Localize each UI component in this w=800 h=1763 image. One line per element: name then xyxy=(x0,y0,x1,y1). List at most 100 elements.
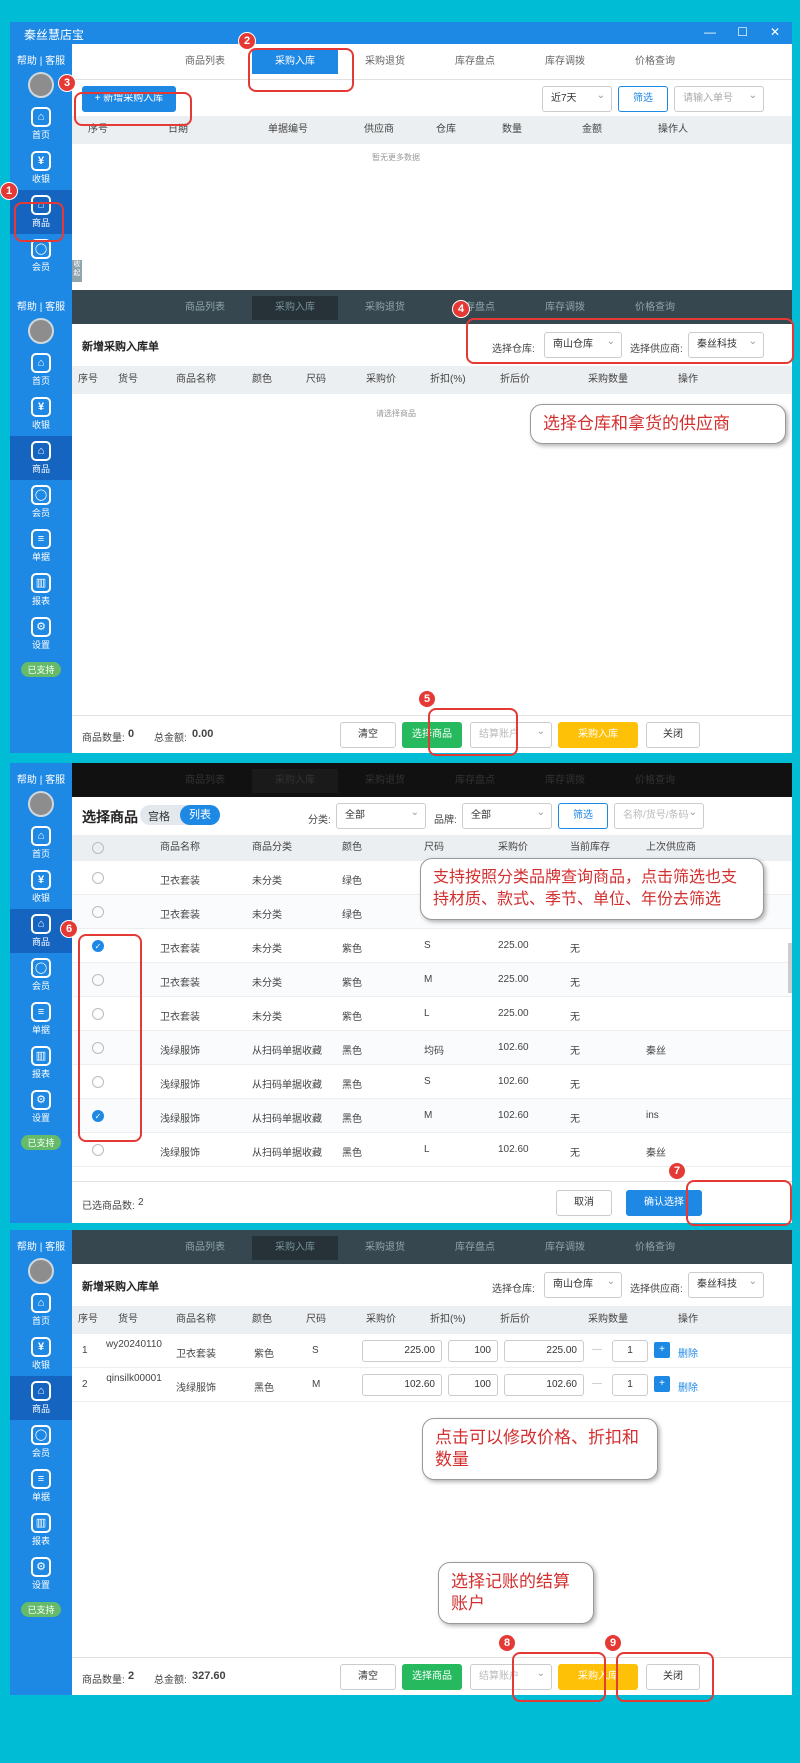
nav-orders[interactable]: ≡ 单据 xyxy=(10,524,72,568)
qty-plus-icon[interactable]: + xyxy=(654,1342,670,1358)
maximize-icon[interactable]: ☐ xyxy=(737,25,748,39)
after-price-input[interactable]: 102.60 xyxy=(504,1374,584,1396)
view-list-option[interactable]: 列表 xyxy=(180,805,220,825)
nav-home[interactable]: ⌂ 首页 xyxy=(10,348,72,392)
goods-row[interactable]: 卫衣套装 未分类 紫色 L 225.00 无 xyxy=(72,997,792,1031)
tab-purchase-return[interactable]: 采购退货 xyxy=(342,50,428,74)
after-price-input[interactable]: 225.00 xyxy=(504,1340,584,1362)
tab-price-query[interactable]: 价格查询 xyxy=(612,296,698,320)
tab-purchase-in[interactable]: 采购入库 xyxy=(252,296,338,320)
qty-minus-icon[interactable]: — xyxy=(592,1378,602,1389)
minimize-icon[interactable]: — xyxy=(704,25,716,39)
goods-row[interactable]: ✓ 浅绿服饰 从扫码单据收藏 黑色 M 102.60 无 ins xyxy=(72,1099,792,1133)
stock-in-button[interactable]: 采购入库 xyxy=(558,722,638,748)
avatar[interactable] xyxy=(28,1258,54,1284)
tab-price-query[interactable]: 价格查询 xyxy=(612,50,698,74)
date-range-select[interactable]: 近7天 xyxy=(542,84,612,112)
tab-goods-list[interactable]: 商品列表 xyxy=(162,50,248,74)
supplier-select[interactable]: 秦丝科技 xyxy=(688,1270,764,1298)
filter-button[interactable]: 筛选 xyxy=(558,803,608,829)
tab-price-query[interactable]: 价格查询 xyxy=(612,1236,698,1260)
nav-cashier[interactable]: ¥ 收银 xyxy=(10,1332,72,1376)
tab-stock-transfer[interactable]: 库存调拨 xyxy=(522,1236,608,1260)
filter-button[interactable]: 筛选 xyxy=(618,86,668,112)
collapse-tab[interactable]: 收起 xyxy=(72,260,82,282)
avatar[interactable] xyxy=(28,791,54,817)
qty-input[interactable]: 1 xyxy=(612,1340,648,1362)
nav-reports[interactable]: ▥ 报表 xyxy=(10,568,72,612)
tab-purchase-return[interactable]: 采购退货 xyxy=(342,769,428,793)
cancel-button[interactable]: 取消 xyxy=(556,1190,612,1216)
nav-cashier[interactable]: ¥ 收银 xyxy=(10,392,72,436)
price-input[interactable]: 225.00 xyxy=(362,1340,442,1362)
col-header[interactable]: 数量 xyxy=(502,116,522,144)
help-link[interactable]: 帮助 | 客服 xyxy=(10,290,72,313)
goods-search-input[interactable]: 名称/货号/条码 xyxy=(614,801,704,829)
nav-home[interactable]: ⌂ 首页 xyxy=(10,102,72,146)
tab-stock-check[interactable]: 库存盘点 xyxy=(432,769,518,793)
clear-button[interactable]: 清空 xyxy=(340,1664,396,1690)
nav-goods[interactable]: ⌂ 商品 xyxy=(10,1376,72,1420)
price-input[interactable]: 102.60 xyxy=(362,1374,442,1396)
warehouse-select[interactable]: 南山仓库 xyxy=(544,1270,622,1298)
tab-price-query[interactable]: 价格查询 xyxy=(612,769,698,793)
nav-member[interactable]: ◯ 会员 xyxy=(10,480,72,524)
tab-purchase-in[interactable]: 采购入库 xyxy=(252,1236,338,1260)
row-checkbox[interactable] xyxy=(92,906,104,918)
qty-plus-icon[interactable]: + xyxy=(654,1376,670,1392)
nav-cashier[interactable]: ¥ 收银 xyxy=(10,146,72,190)
goods-row[interactable]: 浅绿服饰 从扫码单据收藏 黑色 S 102.60 无 xyxy=(72,1065,792,1099)
nav-settings[interactable]: ⚙ 设置 xyxy=(10,612,72,656)
discount-input[interactable]: 100 xyxy=(448,1374,498,1396)
nav-orders[interactable]: ≡ 单据 xyxy=(10,1464,72,1508)
nav-goods[interactable]: ⌂ 商品 xyxy=(10,436,72,480)
goods-row[interactable]: ✓ 卫衣套装 未分类 紫色 S 225.00 无 xyxy=(72,929,792,963)
view-grid-option[interactable]: 宫格 xyxy=(148,808,170,824)
nav-member[interactable]: ◯ 会员 xyxy=(10,953,72,997)
discount-input[interactable]: 100 xyxy=(448,1340,498,1362)
tab-goods-list[interactable]: 商品列表 xyxy=(162,296,248,320)
help-link[interactable]: 帮助 | 客服 xyxy=(10,1230,72,1253)
scrollbar[interactable] xyxy=(788,943,792,993)
nav-member[interactable]: ◯ 会员 xyxy=(10,1420,72,1464)
nav-home[interactable]: ⌂ 首页 xyxy=(10,821,72,865)
nav-home[interactable]: ⌂ 首页 xyxy=(10,1288,72,1332)
col-header[interactable]: 金额 xyxy=(582,116,602,144)
tab-purchase-return[interactable]: 采购退货 xyxy=(342,1236,428,1260)
tab-goods-list[interactable]: 商品列表 xyxy=(162,769,248,793)
goods-row[interactable]: 浅绿服饰 从扫码单据收藏 黑色 L 102.60 无 秦丝 xyxy=(72,1133,792,1167)
order-search-input[interactable]: 请输入单号 xyxy=(674,84,764,112)
clear-button[interactable]: 清空 xyxy=(340,722,396,748)
nav-settings[interactable]: ⚙ 设置 xyxy=(10,1552,72,1596)
brand-select[interactable]: 全部 xyxy=(462,801,552,829)
tab-stock-check[interactable]: 库存盘点 xyxy=(432,50,518,74)
choose-goods-button[interactable]: 选择商品 xyxy=(402,1664,462,1690)
avatar[interactable] xyxy=(28,72,54,98)
delete-link[interactable]: 删除 xyxy=(678,1345,698,1360)
tab-stock-transfer[interactable]: 库存调拨 xyxy=(522,296,608,320)
goods-row[interactable]: 浅绿服饰 从扫码单据收藏 黑色 均码 102.60 无 秦丝 xyxy=(72,1031,792,1065)
row-checkbox[interactable] xyxy=(92,872,104,884)
close-icon[interactable]: ✕ xyxy=(770,25,780,39)
nav-settings[interactable]: ⚙ 设置 xyxy=(10,1085,72,1129)
help-link[interactable]: 帮助 | 客服 xyxy=(10,763,72,786)
avatar[interactable] xyxy=(28,318,54,344)
row-checkbox[interactable] xyxy=(92,1144,104,1156)
tab-purchase-in[interactable]: 采购入库 xyxy=(252,769,338,793)
close-button[interactable]: 关闭 xyxy=(646,722,700,748)
nav-orders[interactable]: ≡ 单据 xyxy=(10,997,72,1041)
category-select[interactable]: 全部 xyxy=(336,801,426,829)
tab-purchase-return[interactable]: 采购退货 xyxy=(342,296,428,320)
tab-stock-check[interactable]: 库存盘点 xyxy=(432,296,518,320)
nav-reports[interactable]: ▥ 报表 xyxy=(10,1041,72,1085)
nav-cashier[interactable]: ¥ 收银 xyxy=(10,865,72,909)
goods-row[interactable]: 卫衣套装 未分类 紫色 M 225.00 无 xyxy=(72,963,792,997)
tab-stock-check[interactable]: 库存盘点 xyxy=(432,1236,518,1260)
select-all-checkbox[interactable] xyxy=(92,842,104,854)
help-link[interactable]: 帮助 | 客服 xyxy=(10,44,72,67)
nav-reports[interactable]: ▥ 报表 xyxy=(10,1508,72,1552)
qty-minus-icon[interactable]: — xyxy=(592,1344,602,1355)
qty-input[interactable]: 1 xyxy=(612,1374,648,1396)
tab-stock-transfer[interactable]: 库存调拨 xyxy=(522,50,608,74)
delete-link[interactable]: 删除 xyxy=(678,1379,698,1394)
